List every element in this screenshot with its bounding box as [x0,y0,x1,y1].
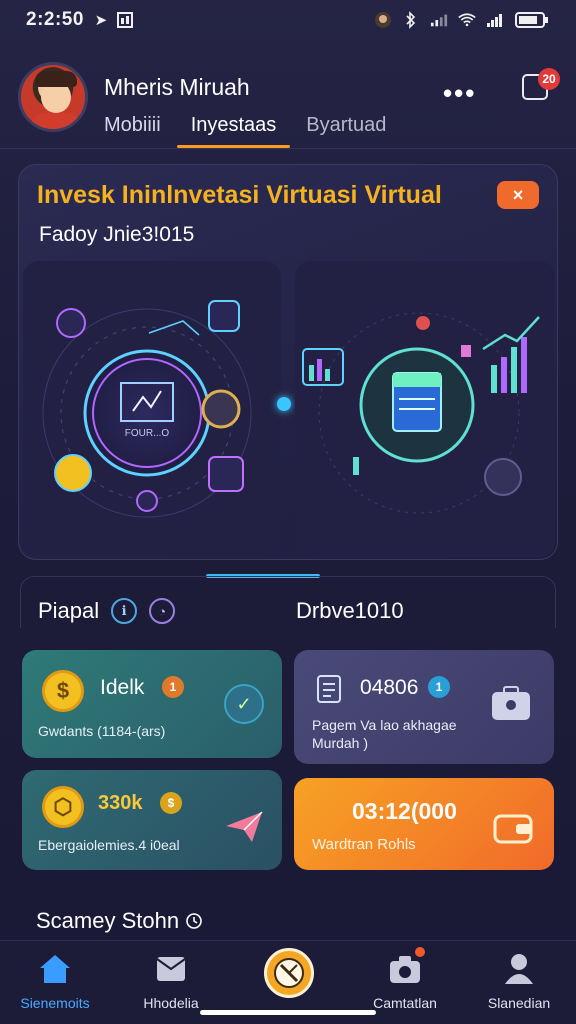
nav-home[interactable]: Sienemoits [0,951,110,1011]
hero-illustration-left: FOUR...O [23,261,281,557]
card-4-title: 03:12(000 [352,798,457,824]
asset-card-4[interactable]: 03:12(000 Wardtran Rohls [294,778,554,870]
mail-icon [153,951,189,987]
card-2-title: 04806 [360,676,419,699]
card-1-badge: 1 [162,676,184,698]
carousel-dot [277,397,291,411]
status-time: 2:2:50 [26,9,84,30]
header-divider [0,148,576,149]
nav-home-label: Sienemoits [20,995,90,1011]
center-action-button[interactable] [264,948,314,998]
section-left-label: Piapal [38,598,100,623]
hero-banner[interactable]: Invesk Ininlnvetasi Virtuasi Virtual × F… [18,164,558,560]
briefcase-icon[interactable] [488,684,534,724]
status-bar: 2:2:50 ➤ [0,0,576,40]
chart-icon[interactable]: ◔ [149,598,176,624]
compass-icon [274,958,304,988]
user-name: Mheris Miruah [104,74,250,100]
coin-icon: ⬡ [42,786,84,828]
tab-virtual[interactable]: Byartuad [306,110,386,147]
home-indicator[interactable] [200,1010,376,1015]
bottom-section-label: Scamey Stohn [36,908,180,933]
hero-title: Invesk Ininlnvetasi Virtuasi Virtual [37,181,442,209]
nav-media[interactable]: Hhodelia [116,951,226,1011]
nav-profile-label: Slanedian [487,995,551,1011]
close-button[interactable]: × [497,181,539,209]
hero-subtitle: Fadoy Jnie3!015 [39,223,195,246]
signal-icon [430,11,448,29]
wallet-icon[interactable] [492,810,536,846]
asset-card-2[interactable]: 04806 1 Pagem Va lao akhagae Murdah ) [294,650,554,764]
avatar[interactable] [18,62,88,132]
bluetooth-icon [402,11,420,29]
cell-signal-icon [486,11,504,29]
nav-profile[interactable]: Slanedian [464,951,574,1011]
navigation-arrow-icon: ➤ [94,12,108,29]
asset-card-1[interactable]: $ Idelk 1 Gwdants (1184-(ars) ✓ [22,650,282,758]
wifi-icon [458,11,476,29]
person-icon [501,951,537,987]
card-3-badge: $ [160,792,182,814]
tab-mobile[interactable]: Mobiiii [104,110,161,147]
document-icon [314,672,346,704]
section-left[interactable]: Piapal ℹ ◔ [38,598,176,624]
notification-badge: 20 [538,68,560,90]
section-right-label[interactable]: Drbve1010 [296,598,404,624]
profile-dot-icon [374,11,392,29]
nav-camera[interactable]: Camtatlan [350,947,460,1011]
card-1-title: Idelk [100,676,145,699]
asset-card-3[interactable]: ⬡ 330k $ Ebergaiolemies.4 i0eal [22,770,282,870]
card-4-subtitle: Wardtran Rohls [312,836,416,853]
nav-media-label: Hhodelia [143,995,199,1011]
header: Mheris Miruah ••• 20 Mobiiii Inyestaas B… [18,58,560,148]
hero-illustration-right [295,261,555,557]
tab-investments[interactable]: Inyestaas [176,110,290,148]
card-3-subtitle: Ebergaiolemies.4 i0eal [38,837,180,853]
info-icon[interactable]: ℹ [111,598,138,624]
more-dots-icon[interactable]: ••• [443,78,476,109]
tab-bar: Mobiiii Inyestaas Byartuad [104,110,416,148]
dollar-coin-icon: $ [42,670,84,712]
battery-icon [514,11,550,29]
gallery-icon [116,11,134,29]
home-icon [37,951,73,987]
nav-camera-label: Camtatlan [373,995,437,1011]
bottom-section[interactable]: Scamey Stohn [36,908,203,934]
card-1-subtitle: Gwdants (1184-(ars) [38,723,166,739]
card-2-badge: 1 [428,676,450,698]
camera-badge [415,947,425,957]
clock-icon [185,912,203,930]
card-2-subtitle: Pagem Va lao akhagae Murdah ) [312,717,457,751]
check-icon[interactable]: ✓ [224,684,264,724]
left-panel-label: FOUR...O [125,428,170,439]
notification-button[interactable]: 20 [518,68,560,104]
camera-icon [387,947,425,987]
card-3-title: 330k [98,792,143,814]
send-icon[interactable] [222,806,266,846]
